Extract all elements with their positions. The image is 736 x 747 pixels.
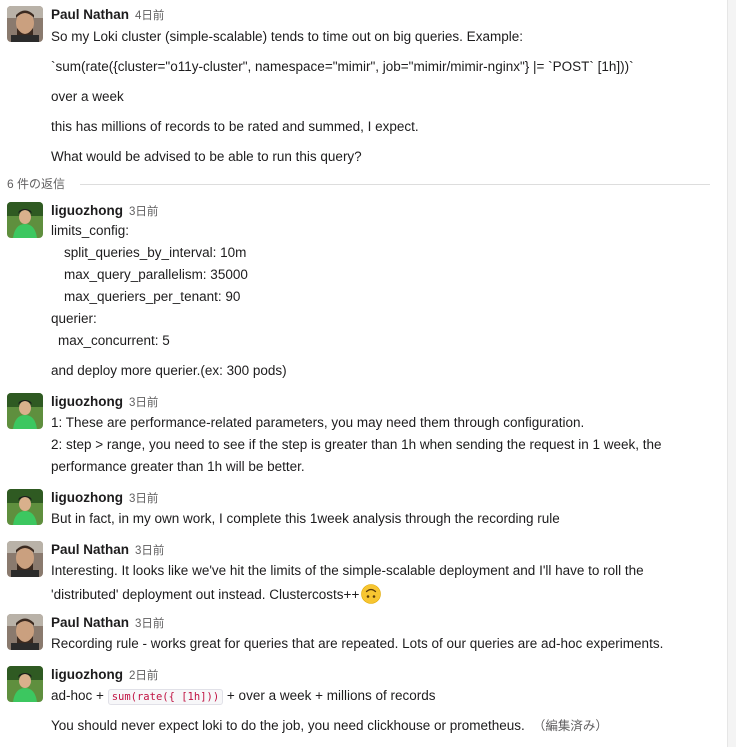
timestamp[interactable]: 3日前 [135, 618, 164, 630]
message-text: But in fact, in my own work, I complete … [51, 511, 560, 526]
message-text: max_concurrent: 5 [58, 333, 170, 348]
liguozhong-avatar-image [7, 202, 43, 238]
message-text: max_query_parallelism: 35000 [64, 267, 248, 282]
paul-avatar-image [7, 541, 43, 577]
author-name[interactable]: Paul Nathan [51, 7, 129, 22]
reply-count: 6 件の返信 [7, 177, 66, 191]
message-text: `sum(rate({cluster="o11y-cluster", names… [51, 59, 634, 74]
upside-down-face-emoji [361, 584, 382, 604]
author-name[interactable]: liguozhong [51, 490, 123, 505]
message-text: querier: [51, 311, 97, 326]
liguozhong-avatar-image [7, 489, 43, 525]
message-text: What would be advised to be able to run … [51, 149, 362, 164]
message-text: + over a week + millions of records [226, 688, 436, 703]
message-text-with-code: ad-hoc + sum(rate({ [1h])) + over a week… [51, 687, 436, 705]
thread-panel: Paul Nathan 4日前 So my Loki cluster (simpl… [0, 0, 728, 747]
inline-code: sum(rate({ [1h])) [107, 689, 224, 705]
timestamp[interactable]: 3日前 [129, 206, 158, 218]
message: Paul Nathan 3日前 Interesting. It looks lik… [0, 541, 720, 604]
message: Paul Nathan 4日前 So my Loki cluster (simpl… [0, 6, 720, 171]
message: liguozhong 3日前 1: These are performance-r… [0, 393, 720, 479]
author-name[interactable]: Paul Nathan [51, 542, 129, 557]
message-text: performance greater than 1h will be bett… [51, 459, 305, 474]
author-name[interactable]: liguozhong [51, 203, 123, 218]
author-name[interactable]: liguozhong [51, 394, 123, 409]
message-text-with-emoji: 'distributed' deployment out instead. Cl… [51, 584, 382, 604]
message-text: and deploy more querier.(ex: 300 pods) [51, 363, 287, 378]
timestamp[interactable]: 3日前 [129, 493, 158, 505]
avatar[interactable] [7, 614, 43, 650]
message-text: ad-hoc + [51, 688, 104, 703]
message-text: over a week [51, 89, 124, 104]
message: liguozhong 3日前 limits_config: split_queri… [0, 202, 720, 382]
message-text: limits_config: [51, 223, 130, 238]
avatar[interactable] [7, 489, 43, 525]
message-text: So my Loki cluster (simple-scalable) ten… [51, 29, 523, 44]
message: liguozhong 3日前 But in fact, in my own wor… [0, 489, 720, 529]
liguozhong-avatar-image [7, 666, 43, 702]
message-text: max_queriers_per_tenant: 90 [64, 289, 241, 304]
avatar[interactable] [7, 541, 43, 577]
scrollbar[interactable] [727, 0, 736, 747]
message-text: this has millions of records to be rated… [51, 119, 419, 134]
avatar[interactable] [7, 202, 43, 238]
avatar[interactable] [7, 666, 43, 702]
timestamp[interactable]: 3日前 [129, 397, 158, 409]
replies-divider [80, 184, 710, 185]
message-text-with-edited: You should never expect loki to do the j… [51, 717, 608, 735]
timestamp[interactable]: 3日前 [135, 545, 164, 557]
liguozhong-avatar-image [7, 393, 43, 429]
timestamp[interactable]: 2日前 [129, 670, 158, 682]
message-text: Interesting. It looks like we've hit the… [51, 563, 644, 578]
message-text: 1: These are performance-related paramet… [51, 415, 585, 430]
message: liguozhong 2日前 ad-hoc + sum(rate({ [1h]))… [0, 666, 720, 738]
message: Paul Nathan 3日前 Recording rule - works gr… [0, 614, 720, 654]
edited-label: （編集済み） [532, 719, 608, 733]
author-name[interactable]: liguozhong [51, 667, 123, 682]
avatar[interactable] [7, 6, 43, 42]
timestamp[interactable]: 4日前 [135, 10, 164, 22]
message-text: Recording rule - works great for queries… [51, 636, 664, 651]
message-text: 'distributed' deployment out instead. Cl… [51, 587, 360, 602]
message-text: You should never expect loki to do the j… [51, 718, 525, 733]
paul-avatar-image [7, 614, 43, 650]
message-text: 2: step > range, you need to see if the … [51, 437, 662, 452]
message-text: split_queries_by_interval: 10m [64, 245, 247, 260]
avatar[interactable] [7, 393, 43, 429]
author-name[interactable]: Paul Nathan [51, 615, 129, 630]
paul-avatar-image [7, 6, 43, 42]
